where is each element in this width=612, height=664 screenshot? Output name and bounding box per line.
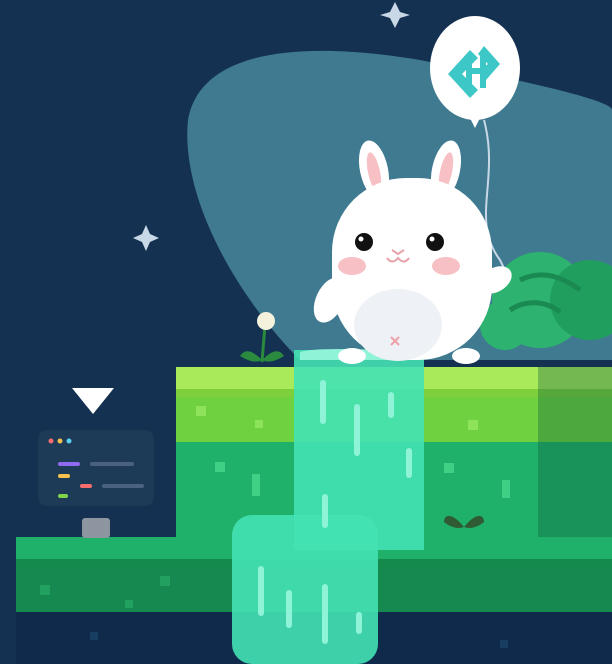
illustration-scene [0, 0, 612, 664]
